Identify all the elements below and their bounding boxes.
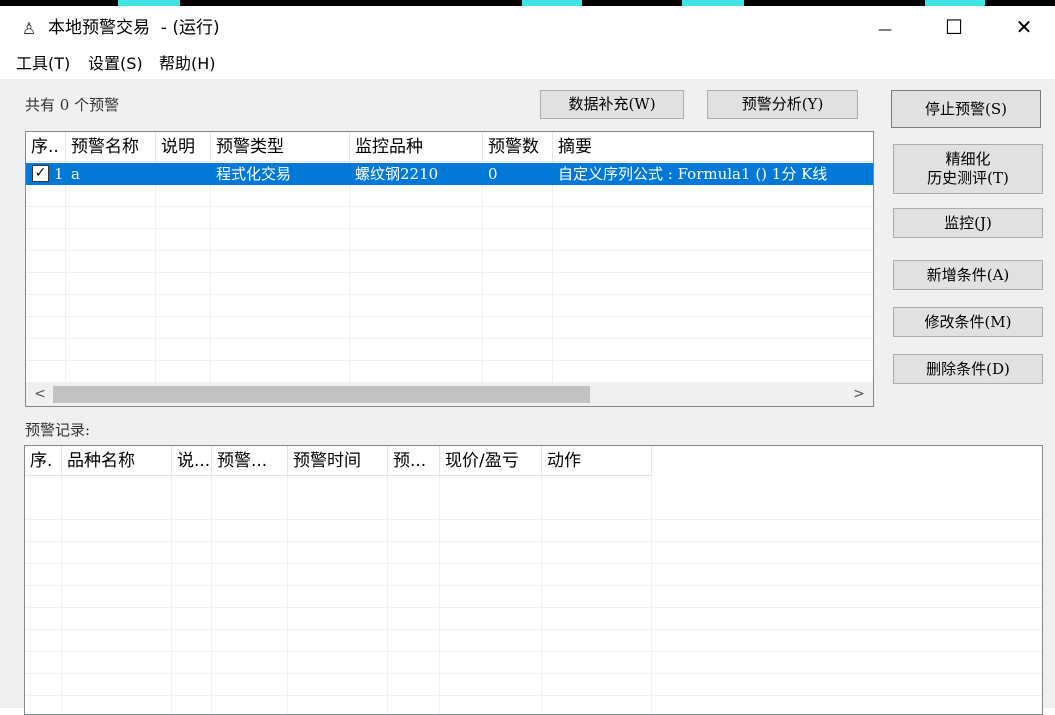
menu-tools[interactable]: 工具(T): [16, 53, 70, 75]
bell-icon: ♙: [21, 19, 37, 38]
alert-analysis-button[interactable]: 预警分析(Y): [707, 90, 858, 119]
alert-summary: 自定义序列公式 : Formula1 () 1分 K线: [558, 165, 828, 183]
records-label: 预警记录:: [25, 421, 91, 439]
title-bar[interactable]: ♙ 本地预警交易 - (运行) — ☐ ✕: [0, 6, 1055, 49]
records-header-action[interactable]: 动作: [542, 446, 652, 476]
close-button[interactable]: ✕: [996, 6, 1052, 49]
records-header-index[interactable]: 序.: [25, 446, 62, 476]
column-header-desc[interactable]: 说明: [156, 132, 211, 162]
alert-index: 1: [54, 165, 64, 183]
records-header-pre[interactable]: 预...: [388, 446, 440, 476]
menu-settings[interactable]: 设置(S): [88, 53, 143, 75]
minimize-icon: —: [878, 22, 892, 38]
column-header-name[interactable]: 预警名称: [66, 132, 156, 162]
scroll-left-arrow-icon[interactable]: <: [28, 382, 52, 406]
client-area: 共有 0 个预警 数据补充(W) 预警分析(Y) 停止预警(S) 精细化 历史测…: [0, 79, 1055, 715]
alert-name: a: [71, 165, 80, 183]
alert-trading-window: ♙ 本地预警交易 - (运行) — ☐ ✕ 工具(T) 设置(S) 帮助(H) …: [0, 6, 1055, 715]
records-header-alert[interactable]: 预警...: [212, 446, 288, 476]
records-header-symbol-name[interactable]: 品种名称: [62, 446, 172, 476]
records-header-desc[interactable]: 说...: [172, 446, 212, 476]
delete-condition-button[interactable]: 删除条件(D): [893, 354, 1043, 384]
menu-bar: 工具(T) 设置(S) 帮助(H): [0, 49, 1055, 79]
stop-alert-button[interactable]: 停止预警(S): [891, 90, 1041, 128]
records-header-time[interactable]: 预警时间: [288, 446, 388, 476]
alert-type: 程式化交易: [216, 165, 292, 183]
scrollbar-thumb[interactable]: [53, 386, 590, 403]
alert-count-label: 共有 0 个预警: [25, 96, 120, 114]
maximize-button[interactable]: ☐: [926, 6, 982, 49]
data-fill-button[interactable]: 数据补充(W): [540, 90, 684, 119]
column-header-index[interactable]: 序..: [26, 132, 66, 162]
alert-enabled-checkbox[interactable]: ✓: [32, 165, 49, 182]
alert-list[interactable]: 序.. 预警名称 说明 预警类型 监控品种 预警数 摘要 ✓ 1 a 程式化交易…: [25, 131, 874, 407]
close-icon: ✕: [1015, 15, 1033, 39]
backtest-button[interactable]: 精细化 历史测评(T): [893, 144, 1043, 194]
records-header-price-pnl[interactable]: 现价/盈亏: [440, 446, 542, 476]
modify-condition-button[interactable]: 修改条件(M): [893, 307, 1043, 337]
column-header-summary[interactable]: 摘要: [553, 132, 873, 162]
maximize-icon: ☐: [945, 15, 963, 39]
column-header-type[interactable]: 预警类型: [211, 132, 350, 162]
column-header-count[interactable]: 预警数: [483, 132, 553, 162]
minimize-button[interactable]: —: [857, 6, 913, 49]
monitor-button[interactable]: 监控(J): [893, 208, 1043, 238]
add-condition-button[interactable]: 新增条件(A): [893, 260, 1043, 290]
records-list[interactable]: 序. 品种名称 说... 预警... 预警时间 预... 现价/盈亏 动作: [24, 445, 1043, 715]
window-title: 本地预警交易 - (运行): [48, 18, 220, 38]
column-header-symbol[interactable]: 监控品种: [350, 132, 483, 162]
alert-symbol: 螺纹钢2210: [355, 165, 439, 183]
alert-count: 0: [488, 165, 498, 183]
horizontal-scrollbar[interactable]: < >: [26, 382, 873, 406]
menu-help[interactable]: 帮助(H): [159, 53, 216, 75]
alert-desc: [156, 163, 211, 185]
scroll-right-arrow-icon[interactable]: >: [847, 382, 871, 406]
alert-row-selected[interactable]: ✓ 1 a 程式化交易 螺纹钢2210 0 自定义序列公式 : Formula1…: [26, 163, 873, 185]
